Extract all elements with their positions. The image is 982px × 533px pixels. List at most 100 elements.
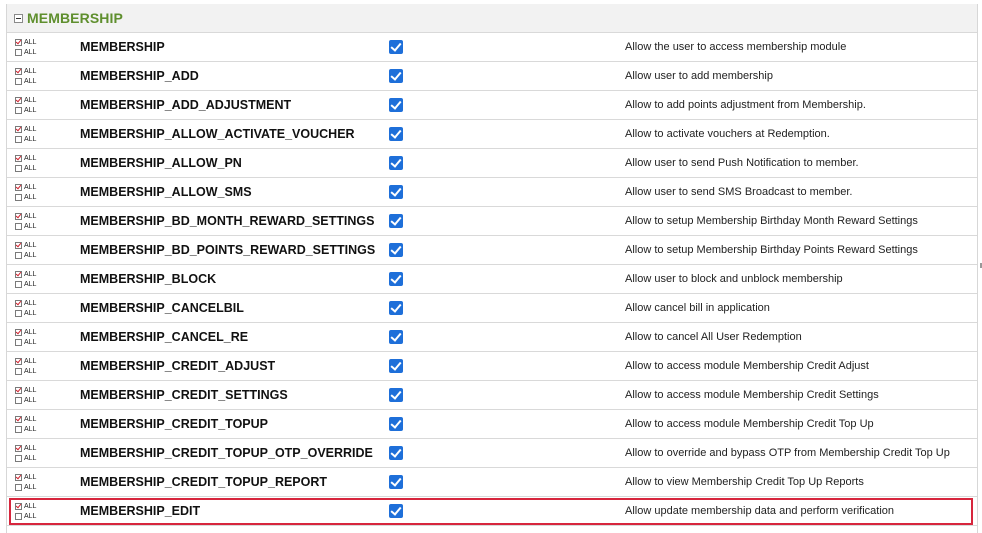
check-icon[interactable] bbox=[15, 299, 22, 307]
check-icon[interactable] bbox=[15, 38, 22, 46]
empty-checkbox-icon[interactable] bbox=[15, 193, 22, 201]
all-label: ALL bbox=[24, 135, 37, 143]
all-checkbox-checked[interactable]: ALL bbox=[15, 298, 45, 308]
check-icon[interactable] bbox=[15, 270, 22, 278]
all-checkbox-unchecked[interactable]: ALL bbox=[15, 453, 45, 463]
permission-checkbox[interactable] bbox=[389, 214, 403, 228]
all-label: ALL bbox=[24, 106, 37, 114]
check-icon[interactable] bbox=[15, 357, 22, 365]
empty-checkbox-icon[interactable] bbox=[15, 396, 22, 404]
empty-checkbox-icon[interactable] bbox=[15, 425, 22, 433]
all-label: ALL bbox=[24, 154, 37, 162]
check-icon[interactable] bbox=[15, 415, 22, 423]
all-checkbox-checked[interactable]: ALL bbox=[15, 414, 45, 424]
check-icon[interactable] bbox=[15, 212, 22, 220]
all-checkbox-unchecked[interactable]: ALL bbox=[15, 76, 45, 86]
empty-checkbox-icon[interactable] bbox=[15, 77, 22, 85]
empty-checkbox-icon[interactable] bbox=[15, 280, 22, 288]
empty-checkbox-icon[interactable] bbox=[15, 251, 22, 259]
all-label: ALL bbox=[24, 125, 37, 133]
empty-checkbox-icon[interactable] bbox=[15, 454, 22, 462]
empty-checkbox-icon[interactable] bbox=[15, 48, 22, 56]
all-checkbox-checked[interactable]: ALL bbox=[15, 443, 45, 453]
collapse-toggle-icon[interactable] bbox=[14, 13, 23, 23]
check-icon[interactable] bbox=[15, 473, 22, 481]
permission-checkbox[interactable] bbox=[389, 417, 403, 431]
permission-checkbox[interactable] bbox=[389, 330, 403, 344]
all-checkbox-checked[interactable]: ALL bbox=[15, 153, 45, 163]
all-checkbox-unchecked[interactable]: ALL bbox=[15, 221, 45, 231]
all-checkbox-checked[interactable]: ALL bbox=[15, 182, 45, 192]
all-checkbox-unchecked[interactable]: ALL bbox=[15, 192, 45, 202]
all-checkbox-unchecked[interactable]: ALL bbox=[15, 134, 45, 144]
permission-checkbox[interactable] bbox=[389, 446, 403, 460]
check-icon[interactable] bbox=[15, 328, 22, 336]
permission-checkbox[interactable] bbox=[389, 359, 403, 373]
all-label: ALL bbox=[24, 396, 37, 404]
permission-checkbox[interactable] bbox=[389, 388, 403, 402]
all-checkbox-unchecked[interactable]: ALL bbox=[15, 308, 45, 318]
check-icon[interactable] bbox=[15, 67, 22, 75]
empty-checkbox-icon[interactable] bbox=[15, 338, 22, 346]
check-icon[interactable] bbox=[15, 125, 22, 133]
empty-checkbox-icon[interactable] bbox=[15, 222, 22, 230]
permission-checkbox[interactable] bbox=[389, 185, 403, 199]
all-checkbox-checked[interactable]: ALL bbox=[15, 211, 45, 221]
all-checkbox-unchecked[interactable]: ALL bbox=[15, 511, 45, 521]
all-checkbox-checked[interactable]: ALL bbox=[15, 66, 45, 76]
all-checkbox-checked[interactable]: ALL bbox=[15, 124, 45, 134]
permission-checkbox[interactable] bbox=[389, 301, 403, 315]
all-label: ALL bbox=[24, 77, 37, 85]
all-checkbox-checked[interactable]: ALL bbox=[15, 501, 45, 511]
check-icon[interactable] bbox=[15, 96, 22, 104]
permission-checkbox[interactable] bbox=[389, 504, 403, 518]
permission-checkbox[interactable] bbox=[389, 475, 403, 489]
all-checkbox-checked[interactable]: ALL bbox=[15, 240, 45, 250]
check-icon[interactable] bbox=[15, 241, 22, 249]
all-checkbox-checked[interactable]: ALL bbox=[15, 327, 45, 337]
all-checkbox-unchecked[interactable]: ALL bbox=[15, 337, 45, 347]
all-checkbox-checked[interactable]: ALL bbox=[15, 385, 45, 395]
empty-checkbox-icon[interactable] bbox=[15, 483, 22, 491]
all-checkbox-unchecked[interactable]: ALL bbox=[15, 482, 45, 492]
all-checkbox-unchecked[interactable]: ALL bbox=[15, 163, 45, 173]
permission-checkbox[interactable] bbox=[389, 40, 403, 54]
all-label: ALL bbox=[24, 309, 37, 317]
check-icon[interactable] bbox=[15, 502, 22, 510]
all-label: ALL bbox=[24, 96, 37, 104]
permission-code: MEMBERSHIP_ADD bbox=[80, 69, 199, 83]
permission-checkbox[interactable] bbox=[389, 272, 403, 286]
empty-checkbox-icon[interactable] bbox=[15, 106, 22, 114]
all-checkbox-checked[interactable]: ALL bbox=[15, 37, 45, 47]
all-label: ALL bbox=[24, 454, 37, 462]
all-checkbox-checked[interactable]: ALL bbox=[15, 269, 45, 279]
all-label: ALL bbox=[24, 251, 37, 259]
empty-checkbox-icon[interactable] bbox=[15, 309, 22, 317]
check-icon[interactable] bbox=[15, 183, 22, 191]
permission-checkbox[interactable] bbox=[389, 69, 403, 83]
permission-checkbox[interactable] bbox=[389, 156, 403, 170]
empty-checkbox-icon[interactable] bbox=[15, 164, 22, 172]
all-checkbox-checked[interactable]: ALL bbox=[15, 95, 45, 105]
permission-checkbox[interactable] bbox=[389, 98, 403, 112]
all-toggle-group: ALL ALL bbox=[15, 385, 45, 406]
all-checkbox-unchecked[interactable]: ALL bbox=[15, 105, 45, 115]
permission-checkbox[interactable] bbox=[389, 127, 403, 141]
all-checkbox-checked[interactable]: ALL bbox=[15, 356, 45, 366]
all-checkbox-unchecked[interactable]: ALL bbox=[15, 424, 45, 434]
check-icon[interactable] bbox=[15, 386, 22, 394]
all-checkbox-unchecked[interactable]: ALL bbox=[15, 250, 45, 260]
all-label: ALL bbox=[24, 357, 37, 365]
all-checkbox-unchecked[interactable]: ALL bbox=[15, 279, 45, 289]
empty-checkbox-icon[interactable] bbox=[15, 135, 22, 143]
all-checkbox-unchecked[interactable]: ALL bbox=[15, 47, 45, 57]
all-checkbox-unchecked[interactable]: ALL bbox=[15, 395, 45, 405]
all-checkbox-unchecked[interactable]: ALL bbox=[15, 366, 45, 376]
empty-checkbox-icon[interactable] bbox=[15, 512, 22, 520]
empty-checkbox-icon[interactable] bbox=[15, 367, 22, 375]
permission-row: ALL ALL MEMBERSHIP_CANCEL_RE Allow to cance… bbox=[7, 323, 977, 352]
check-icon[interactable] bbox=[15, 444, 22, 452]
permission-checkbox[interactable] bbox=[389, 243, 403, 257]
all-checkbox-checked[interactable]: ALL bbox=[15, 472, 45, 482]
check-icon[interactable] bbox=[15, 154, 22, 162]
